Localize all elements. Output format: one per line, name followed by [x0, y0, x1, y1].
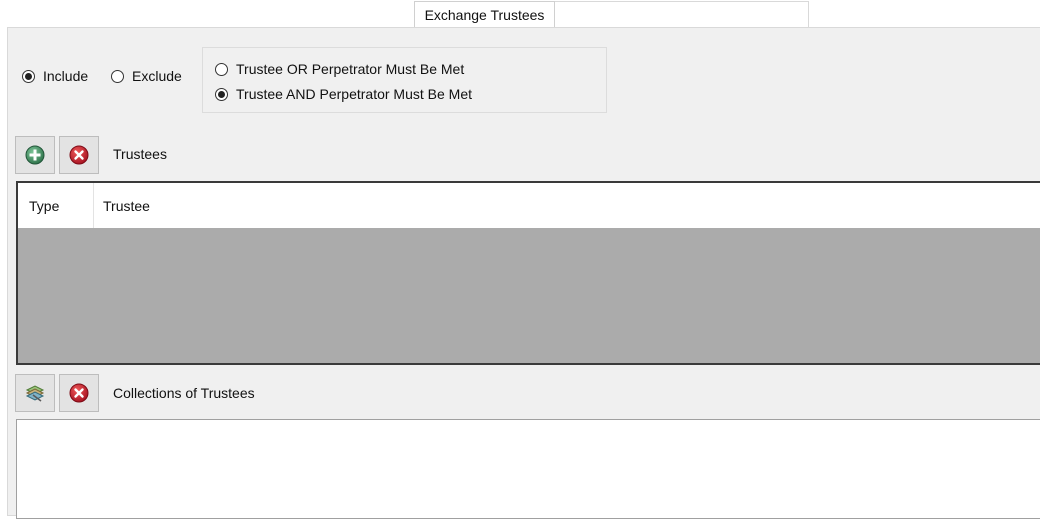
trustees-section-label: Trustees [113, 146, 167, 162]
add-circle-icon [25, 145, 45, 165]
add-collection-button[interactable] [15, 374, 55, 412]
collections-list[interactable] [16, 419, 1040, 519]
remove-collection-button[interactable] [59, 374, 99, 412]
remove-circle-icon [69, 145, 89, 165]
include-radio-label: Include [43, 68, 89, 84]
and-condition-label: Trustee AND Perpetrator Must Be Met [236, 86, 473, 102]
column-header-type[interactable]: Type [18, 183, 94, 228]
condition-group [202, 47, 607, 113]
trustees-grid[interactable]: Type Trustee [16, 181, 1040, 365]
remove-trustee-button[interactable] [59, 136, 99, 174]
remove-circle-icon [69, 383, 89, 403]
tab-strip: Exchange Trustees [0, 0, 1040, 28]
trustees-grid-header: Type Trustee [18, 183, 1040, 228]
collections-section-label: Collections of Trustees [113, 385, 255, 401]
and-condition-radio[interactable]: Trustee AND Perpetrator Must Be Met [215, 86, 472, 102]
and-condition-radio-circle[interactable] [215, 87, 228, 101]
exclude-radio-label: Exclude [132, 68, 182, 84]
tab-label: Exchange Trustees [424, 6, 545, 23]
collection-add-icon [25, 385, 45, 402]
tab-strip-border [555, 1, 809, 27]
exclude-radio[interactable]: Exclude [111, 68, 182, 84]
include-radio-circle[interactable] [22, 69, 35, 83]
add-trustee-button[interactable] [15, 136, 55, 174]
tab-exchange-trustees[interactable]: Exchange Trustees [414, 1, 555, 27]
or-condition-radio[interactable]: Trustee OR Perpetrator Must Be Met [215, 61, 464, 77]
include-radio[interactable]: Include [22, 68, 88, 84]
column-header-trustee[interactable]: Trustee [94, 183, 150, 228]
or-condition-radio-circle[interactable] [215, 62, 228, 76]
exclude-radio-circle[interactable] [111, 69, 124, 83]
or-condition-label: Trustee OR Perpetrator Must Be Met [236, 61, 465, 77]
